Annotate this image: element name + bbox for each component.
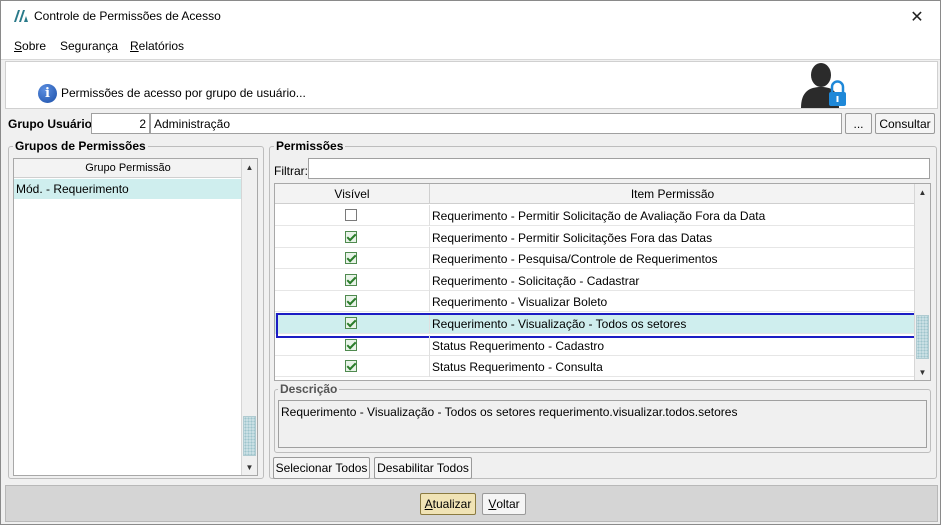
description-legend: Descrição <box>278 382 340 396</box>
permission-item-text: Requerimento - Visualizar Boleto <box>432 295 608 310</box>
permission-item-text: Requerimento - Permitir Solicitações For… <box>432 230 713 245</box>
footer-bar: Atualizar Voltar <box>5 485 938 522</box>
select-all-button[interactable]: Selecionar Todos <box>273 457 370 479</box>
window-title: Controle de Permissões de Acesso <box>34 9 221 23</box>
permission-groups-panel: Grupos de Permissões Grupo Permissão Mód… <box>8 139 264 479</box>
menu-seguranca[interactable]: Segurança <box>60 39 118 53</box>
table-row[interactable]: Requerimento - Permitir Solicitações For… <box>275 226 915 248</box>
visible-checkbox[interactable] <box>345 252 357 265</box>
group-code-field[interactable]: 2 <box>91 113 150 134</box>
column-header-grupo-permissao[interactable]: Grupo Permissão <box>14 159 242 178</box>
permission-groups-list: Grupo Permissão Mód. - Requerimento ▲ ▼ <box>13 158 258 476</box>
visible-checkbox[interactable] <box>345 230 357 243</box>
disable-all-button[interactable]: Desabilitar Todos <box>374 457 472 479</box>
info-icon: i <box>38 84 57 103</box>
left-scrollbar[interactable]: ▲ ▼ <box>241 159 257 475</box>
table-row[interactable]: Requerimento - Visualizar Boleto <box>275 291 915 313</box>
visible-cell <box>275 313 430 334</box>
visible-checkbox[interactable] <box>345 317 357 329</box>
table-row[interactable]: Requerimento - Visualização - Todos os s… <box>275 313 917 338</box>
group-name-field[interactable]: Administração <box>150 113 842 134</box>
list-item[interactable]: Mód. - Requerimento <box>14 179 242 199</box>
grid-header: Visível Item Permissão <box>275 184 915 204</box>
group-user-label: Grupo Usuário: <box>8 117 97 131</box>
column-header-item-permissao[interactable]: Item Permissão <box>430 184 915 204</box>
permission-item-text: Status Requerimento - Cadastro <box>432 338 605 353</box>
table-row[interactable]: Requerimento - Permitir Solicitação de A… <box>275 205 915 226</box>
permission-item-text: Requerimento - Visualização - Todos os s… <box>432 317 687 331</box>
visible-checkbox[interactable] <box>345 360 357 373</box>
visible-cell <box>275 269 430 291</box>
table-row[interactable]: Requerimento - Solicitação - Cadastrar <box>275 269 915 291</box>
visible-checkbox[interactable] <box>345 295 357 308</box>
scroll-down-icon[interactable]: ▼ <box>242 459 257 475</box>
scroll-thumb[interactable] <box>243 416 256 456</box>
permissions-window: Controle de Permissões de Acesso ✕ Sobre… <box>0 0 941 525</box>
visible-cell <box>275 334 430 356</box>
close-icon[interactable]: ✕ <box>894 1 940 32</box>
grid-scrollbar[interactable]: ▲ ▼ <box>914 184 930 380</box>
visible-cell <box>275 291 430 313</box>
menu-relatorios[interactable]: Relatórios <box>130 39 184 53</box>
permissions-grid: Visível Item Permissão Requerimento - Pe… <box>274 183 931 381</box>
table-row[interactable]: Requerimento - Pesquisa/Controle de Requ… <box>275 248 915 270</box>
permissions-legend: Permissões <box>274 139 346 153</box>
lookup-button[interactable]: ... <box>845 113 872 134</box>
permission-groups-legend: Grupos de Permissões <box>13 139 148 153</box>
visible-cell <box>275 356 430 378</box>
app-logo-icon <box>14 10 28 22</box>
visible-cell <box>275 226 430 248</box>
update-button[interactable]: Atualizar <box>420 493 476 515</box>
permission-item-text: Status Requerimento - Consulta <box>432 360 603 375</box>
consult-button[interactable]: Consultar <box>875 113 935 134</box>
column-header-visivel[interactable]: Visível <box>275 184 430 204</box>
scroll-thumb[interactable] <box>916 315 929 359</box>
permission-item-text: Requerimento - Solicitação - Cadastrar <box>432 273 640 288</box>
permission-item-text: Requerimento - Pesquisa/Controle de Requ… <box>432 252 718 267</box>
group-user-row: Grupo Usuário: 2 Administração ... Consu… <box>1 112 940 136</box>
visible-cell <box>275 205 430 226</box>
filter-input[interactable] <box>308 158 930 179</box>
user-lock-icon <box>801 63 846 108</box>
menu-sobre[interactable]: Sobre <box>14 39 46 53</box>
description-text: Requerimento - Visualização - Todos os s… <box>278 400 927 448</box>
header-text: Permissões de acesso por grupo de usuári… <box>61 86 306 100</box>
scroll-up-icon[interactable]: ▲ <box>915 184 930 200</box>
filter-label: Filtrar: <box>274 164 308 178</box>
scroll-down-icon[interactable]: ▼ <box>915 364 930 380</box>
back-button[interactable]: Voltar <box>482 493 526 515</box>
visible-cell <box>275 248 430 270</box>
table-row[interactable]: Status Requerimento - Cadastro <box>275 334 915 356</box>
permissions-panel: Permissões Filtrar: Visível Item Permiss… <box>269 139 937 479</box>
menu-bar: Sobre Segurança Relatórios <box>1 32 940 60</box>
visible-checkbox[interactable] <box>345 338 357 351</box>
permission-item-text: Requerimento - Permitir Solicitação de A… <box>432 209 766 223</box>
title-bar: Controle de Permissões de Acesso ✕ <box>1 1 940 32</box>
visible-checkbox[interactable] <box>345 209 357 221</box>
visible-checkbox[interactable] <box>345 273 357 286</box>
header-panel: i Permissões de acesso por grupo de usuá… <box>5 61 938 109</box>
scroll-up-icon[interactable]: ▲ <box>242 159 257 175</box>
description-panel: Descrição Requerimento - Visualização - … <box>274 382 931 453</box>
table-row[interactable]: Status Requerimento - Consulta <box>275 356 915 378</box>
